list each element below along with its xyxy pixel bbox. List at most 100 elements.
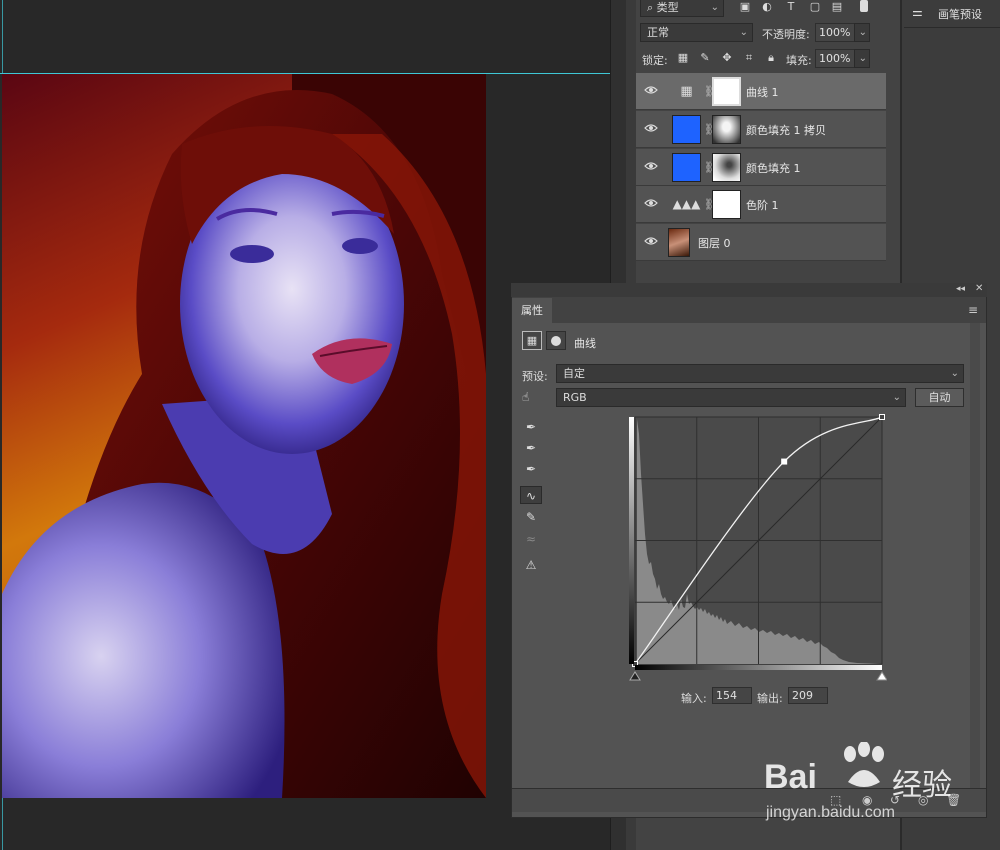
curves-adjustment-icon[interactable]: ▦ xyxy=(522,331,542,350)
output-value-field[interactable]: 209 xyxy=(788,687,828,704)
divider xyxy=(904,27,1000,28)
black-point-eyedropper-icon[interactable]: ✒︎ xyxy=(521,418,541,436)
panel-menu-icon[interactable]: ≡ xyxy=(968,303,978,317)
watermark-brand-2: 经验 xyxy=(892,768,952,803)
output-label: 输出: xyxy=(757,692,783,705)
link-icon: ⛓︎ xyxy=(704,198,718,211)
layer-name: 曲线 1 xyxy=(746,86,779,99)
layer-name: 颜色填充 1 xyxy=(746,162,801,175)
layer-row-color-fill-copy[interactable]: ⛓︎ 颜色填充 1 拷贝 xyxy=(636,111,886,148)
link-icon: ⛓︎ xyxy=(704,85,718,98)
layer-row-image[interactable]: 图层 0 xyxy=(636,224,886,261)
lock-position-icon[interactable]: ✥ xyxy=(720,51,734,65)
adjustment-layer-filter-icon[interactable]: ◐ xyxy=(760,0,774,14)
black-point-slider[interactable] xyxy=(629,671,641,681)
brush-presets-icon[interactable]: ⚌ xyxy=(912,5,923,19)
link-icon: ⛓︎ xyxy=(704,123,718,136)
layer-name: 色阶 1 xyxy=(746,199,779,212)
smooth-curve-icon[interactable]: ≈ xyxy=(521,530,541,548)
fill-dropdown-button[interactable]: ⌄ xyxy=(854,49,870,68)
brush-presets-label[interactable]: 画笔预设 xyxy=(938,6,982,22)
layer-mask-thumbnail[interactable] xyxy=(712,115,741,144)
eye-icon[interactable] xyxy=(644,236,658,246)
filter-toggle-icon[interactable] xyxy=(860,0,868,12)
channel-value: RGB xyxy=(563,391,587,404)
on-image-adjust-icon[interactable]: ☝︎ xyxy=(522,390,529,404)
clipping-warning-icon[interactable]: ⚠ xyxy=(521,556,541,574)
opacity-input[interactable]: 100% xyxy=(815,23,855,42)
layer-mask-thumbnail[interactable] xyxy=(712,190,741,219)
panel-title-bar[interactable] xyxy=(511,283,987,297)
collapse-panel-icon[interactable]: ◂◂ xyxy=(956,284,965,294)
curves-adjustment-icon: ▦ xyxy=(680,84,693,99)
opacity-dropdown-button[interactable]: ⌄ xyxy=(854,23,870,42)
mask-icon[interactable] xyxy=(546,331,566,350)
color-fill-thumbnail[interactable] xyxy=(672,153,701,182)
white-point-slider[interactable] xyxy=(876,671,888,681)
preset-dropdown[interactable]: 自定 ⌄ xyxy=(556,364,964,383)
fill-label: 填充: xyxy=(786,54,812,67)
fill-input[interactable]: 100% xyxy=(815,49,855,68)
watermark-brand: Bai xyxy=(764,758,817,796)
link-icon: ⛓︎ xyxy=(704,161,718,174)
preset-value: 自定 xyxy=(563,367,585,380)
output-gradient-bar xyxy=(629,417,634,664)
lock-label: 锁定: xyxy=(642,54,668,67)
blend-mode-dropdown[interactable]: 正常 ⌄ xyxy=(640,23,753,42)
curve-point-tool-icon[interactable]: ∿ xyxy=(520,486,542,504)
auto-button[interactable]: 自动 xyxy=(915,388,964,407)
lock-transparency-icon[interactable]: ▦ xyxy=(676,51,690,65)
close-panel-icon[interactable]: ✕ xyxy=(975,283,983,294)
layer-mask-thumbnail[interactable] xyxy=(712,77,741,106)
adjustment-title: 曲线 xyxy=(574,337,596,350)
image-layer-thumbnail[interactable] xyxy=(668,228,690,257)
layer-name: 图层 0 xyxy=(698,237,731,250)
watermark-url: jingyan.baidu.com xyxy=(766,804,895,821)
layer-mask-thumbnail[interactable] xyxy=(712,153,741,182)
lock-image-pixels-icon[interactable]: ✎ xyxy=(698,51,712,65)
curve-graph[interactable] xyxy=(627,414,888,684)
layer-filter-value: 类型 xyxy=(656,1,679,14)
lock-artboard-icon[interactable]: ⌗ xyxy=(742,51,756,65)
opacity-label: 不透明度: xyxy=(762,28,810,41)
curve-control-point[interactable] xyxy=(781,458,788,465)
blend-mode-value: 正常 xyxy=(647,26,669,39)
eye-icon[interactable] xyxy=(644,85,658,95)
properties-scrollbar[interactable] xyxy=(970,323,980,788)
chevron-down-icon: ⌄ xyxy=(858,27,867,38)
input-gradient-bar xyxy=(635,665,882,670)
eye-icon[interactable] xyxy=(644,123,658,133)
chevron-down-icon: ⌄ xyxy=(892,392,901,403)
input-label: 输入: xyxy=(681,692,707,705)
lock-all-icon[interactable]: 🔒︎ xyxy=(764,51,778,65)
chevron-down-icon: ⌄ xyxy=(950,368,959,379)
layer-row-curves[interactable]: ▦ ⛓︎ 曲线 1 xyxy=(636,73,886,110)
layer-row-levels[interactable]: ▲▲▲ ⛓︎ 色阶 1 xyxy=(636,186,886,223)
pixel-layer-filter-icon[interactable]: ▣ xyxy=(738,0,752,14)
preset-label: 预设: xyxy=(522,370,548,383)
channel-dropdown[interactable]: RGB ⌄ xyxy=(556,388,906,407)
tab-properties[interactable]: 属性 xyxy=(512,298,552,323)
layer-row-color-fill[interactable]: ⛓︎ 颜色填充 1 xyxy=(636,149,886,186)
baidu-watermark: Bai 经验 jingyan.baidu.com xyxy=(760,740,990,830)
layer-filter-dropdown[interactable]: ⌕ 类型 ⌄ xyxy=(640,0,724,17)
gray-point-eyedropper-icon[interactable]: ✒︎ xyxy=(521,439,541,457)
eye-icon[interactable] xyxy=(644,161,658,171)
paw-icon xyxy=(844,742,884,787)
smart-object-filter-icon[interactable]: ▤ xyxy=(830,0,844,14)
search-icon: ⌕ xyxy=(647,1,657,14)
chevron-down-icon: ⌄ xyxy=(858,53,867,64)
color-fill-thumbnail[interactable] xyxy=(672,115,701,144)
type-layer-filter-icon[interactable]: T xyxy=(784,0,798,14)
input-value-field[interactable]: 154 xyxy=(712,687,752,704)
curve-control-point[interactable] xyxy=(879,414,885,420)
chevron-down-icon: ⌄ xyxy=(710,2,719,13)
eye-icon[interactable] xyxy=(644,198,658,208)
chevron-down-icon: ⌄ xyxy=(739,27,748,38)
levels-adjustment-icon: ▲▲▲ xyxy=(672,197,701,211)
panel-tab-bar xyxy=(512,297,986,323)
pencil-tool-icon[interactable]: ✎ xyxy=(521,508,541,526)
shape-layer-filter-icon[interactable]: ▢ xyxy=(808,0,822,14)
portrait-photo xyxy=(2,74,486,798)
white-point-eyedropper-icon[interactable]: ✒︎ xyxy=(521,460,541,478)
